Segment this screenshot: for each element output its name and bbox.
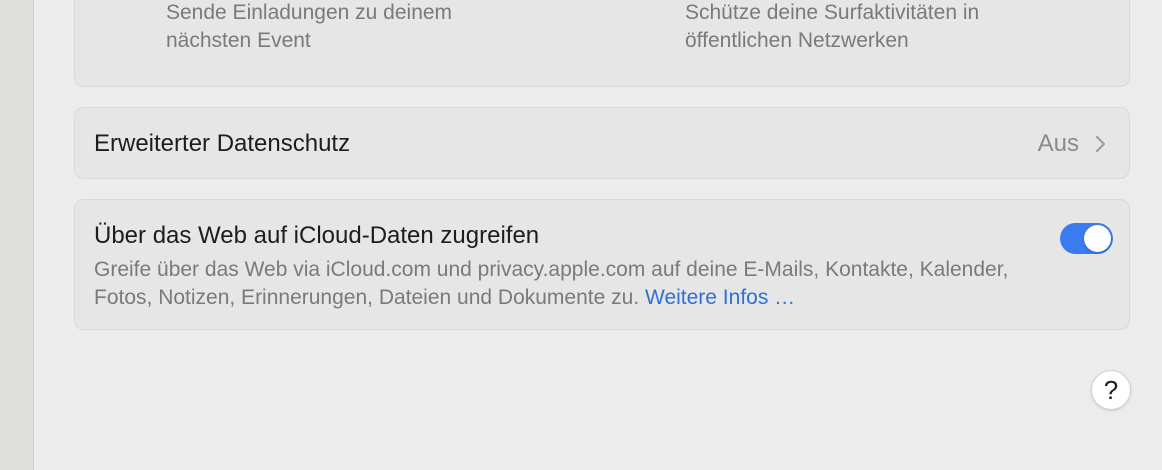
chevron-right-icon[interactable] <box>1091 134 1111 154</box>
sidebar-edge <box>0 0 34 470</box>
relay-description-line2: öffentlichen Netzwerken <box>685 29 909 52</box>
services-card: Sende Einladungen zu deinem nächsten Eve… <box>74 0 1130 87</box>
invite-description-line2: nächsten Event <box>166 29 311 52</box>
advanced-data-protection-title: Erweiterter Datenschutz <box>94 130 351 157</box>
web-access-card: Über das Web auf iCloud-Daten zugreifen … <box>74 199 1130 330</box>
advanced-data-protection-row[interactable]: Erweiterter Datenschutz Aus <box>74 107 1130 179</box>
invite-description-line1: Sende Einladungen zu deinem <box>166 1 453 24</box>
invite-service-description: Sende Einladungen zu deinem nächsten Eve… <box>166 0 452 55</box>
web-access-title: Über das Web auf iCloud-Daten zugreifen <box>94 222 540 249</box>
web-access-description: Greife über das Web via iCloud.com und p… <box>94 256 1054 312</box>
relay-service-description: Schütze deine Surfaktivitäten in öffentl… <box>685 0 979 55</box>
help-button[interactable]: ? <box>1091 370 1131 410</box>
web-access-toggle[interactable] <box>1060 223 1113 254</box>
learn-more-link[interactable]: Weitere Infos … <box>645 286 795 309</box>
toggle-knob <box>1084 225 1111 252</box>
relay-description-line1: Schütze deine Surfaktivitäten in <box>685 1 980 24</box>
advanced-data-protection-value: Aus <box>1037 130 1079 157</box>
web-access-description-text: Greife über das Web via iCloud.com und p… <box>94 258 1009 309</box>
